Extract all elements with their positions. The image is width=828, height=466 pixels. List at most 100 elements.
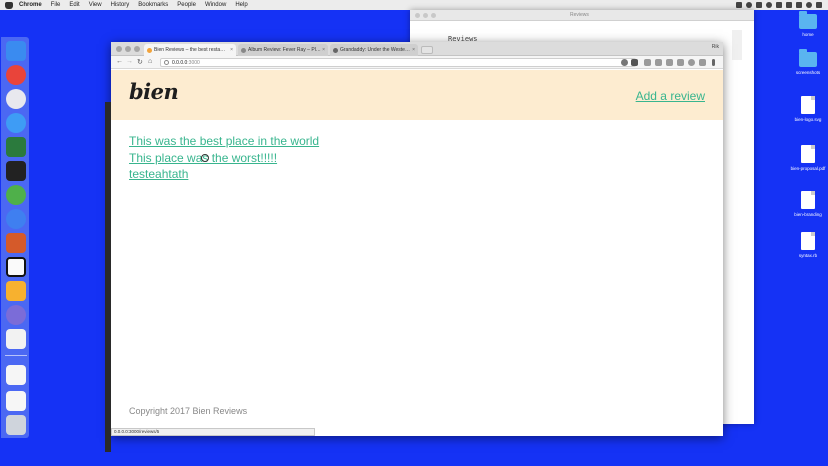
- sync-icon[interactable]: [746, 2, 752, 8]
- review-link[interactable]: This place was the worst!!!!!: [129, 150, 319, 167]
- pdf-file-icon: [801, 145, 815, 163]
- url-host: 0.0.0.0: [172, 60, 188, 66]
- desktop-icon-bien-logo[interactable]: bien-logo.svg: [786, 96, 828, 122]
- palette-app-icon[interactable]: [6, 305, 26, 325]
- clock-icon[interactable]: [766, 2, 772, 8]
- trash-icon[interactable]: [6, 415, 26, 435]
- site-header: bien Add a review: [111, 70, 723, 120]
- menu-bookmarks[interactable]: Bookmarks: [138, 2, 168, 8]
- bookmark-star-icon[interactable]: [631, 59, 638, 66]
- airplay-icon[interactable]: [736, 2, 742, 8]
- address-bar[interactable]: 0.0.0.0:3000: [160, 58, 636, 67]
- close-icon[interactable]: [116, 46, 122, 52]
- back-icon[interactable]: ←: [116, 58, 123, 65]
- zoom-icon[interactable]: [431, 13, 436, 18]
- review-link[interactable]: testeahtath: [129, 166, 319, 183]
- menu-file[interactable]: File: [51, 2, 61, 8]
- tab-title: Grandaddy: Under the Weste…: [340, 47, 410, 53]
- mascot-app-icon[interactable]: [6, 233, 26, 253]
- desktop-icon-label: bien-branding: [794, 212, 822, 217]
- itunes-icon[interactable]: [6, 89, 26, 109]
- tab-bien-reviews[interactable]: Bien Reviews – the best resta… ×: [144, 44, 236, 56]
- volume-icon[interactable]: [786, 2, 792, 8]
- browser-window[interactable]: Bien Reviews – the best resta… × Album R…: [105, 42, 723, 452]
- extension-icon[interactable]: [666, 59, 673, 66]
- sketch-icon[interactable]: [6, 281, 26, 301]
- tab-bar: Bien Reviews – the best resta… × Album R…: [111, 42, 723, 56]
- minimize-icon[interactable]: [423, 13, 428, 18]
- menu-people[interactable]: People: [177, 2, 196, 8]
- sublime-icon[interactable]: [6, 137, 26, 157]
- chrome-icon[interactable]: [6, 65, 26, 85]
- background-window-title: Reviews: [570, 12, 589, 18]
- desktop-icon-label: home: [802, 32, 814, 37]
- tab-close-icon[interactable]: ×: [322, 44, 325, 56]
- close-icon[interactable]: [415, 13, 420, 18]
- desktop-icon-label: screenshots: [795, 70, 821, 75]
- extension-icon[interactable]: [677, 59, 684, 66]
- finder-icon[interactable]: [6, 41, 26, 61]
- menu-help[interactable]: Help: [235, 2, 247, 8]
- info-icon[interactable]: [164, 60, 169, 65]
- apple-icon[interactable]: [5, 1, 13, 9]
- folder-icon: [799, 11, 817, 29]
- documents-stack-icon[interactable]: [6, 391, 26, 411]
- menu-history[interactable]: History: [111, 2, 130, 8]
- review-link[interactable]: This was the best place in the world: [129, 133, 319, 150]
- browser-toolbar: ← → ↻ ⌂ 0.0.0.0:3000: [111, 56, 723, 69]
- favicon-icon: [333, 48, 338, 53]
- file-icon: [801, 96, 815, 114]
- dock-separator: [5, 355, 27, 356]
- background-window-titlebar[interactable]: Reviews: [410, 10, 754, 21]
- tab-close-icon[interactable]: ×: [230, 44, 233, 56]
- messages-icon[interactable]: [6, 113, 26, 133]
- home-icon[interactable]: ⌂: [148, 58, 152, 65]
- status-url-bubble: 0.0.0.0:3000/reviews/5: [111, 428, 315, 436]
- notification-icon[interactable]: [816, 2, 822, 8]
- desktop-icon-home[interactable]: home: [786, 11, 828, 37]
- menu-app-name[interactable]: Chrome: [19, 2, 42, 8]
- new-tab-button[interactable]: [421, 46, 433, 54]
- downloads-stack-icon[interactable]: [6, 365, 26, 385]
- search-icon[interactable]: [806, 2, 812, 8]
- minimize-icon[interactable]: [125, 46, 131, 52]
- extension-icon[interactable]: [688, 59, 695, 66]
- review-list: This was the best place in the world Thi…: [129, 133, 319, 183]
- tab-close-icon[interactable]: ×: [412, 44, 415, 56]
- terminal-icon[interactable]: [6, 161, 26, 181]
- time-machine-icon[interactable]: [6, 209, 26, 229]
- desktop-icon-syntax[interactable]: syntax.rb: [786, 232, 828, 258]
- menu-window[interactable]: Window: [205, 2, 226, 8]
- mouse-cursor: [201, 154, 209, 162]
- ia-writer-icon[interactable]: [6, 329, 26, 349]
- menu-view[interactable]: View: [89, 2, 102, 8]
- spotify-icon[interactable]: [6, 185, 26, 205]
- add-review-link[interactable]: Add a review: [636, 89, 705, 103]
- notion-icon[interactable]: [6, 257, 26, 277]
- favicon-icon: [241, 48, 246, 53]
- cloud-icon[interactable]: [756, 2, 762, 8]
- dock: [1, 37, 29, 438]
- reload-icon[interactable]: ↻: [137, 58, 143, 66]
- wifi-icon[interactable]: [776, 2, 782, 8]
- desktop-icon-bien-proposal[interactable]: bien-proposal.pdf: [786, 145, 828, 171]
- tab-grandaddy[interactable]: Grandaddy: Under the Weste… ×: [330, 44, 418, 56]
- file-icon: [801, 191, 815, 209]
- profile-button[interactable]: Rik: [712, 44, 719, 50]
- menu-edit[interactable]: Edit: [69, 2, 79, 8]
- extension-icon[interactable]: [655, 59, 662, 66]
- status-tray: [736, 0, 822, 10]
- site-logo[interactable]: bien: [129, 79, 179, 104]
- desktop-icon-label: bien-logo.svg: [794, 117, 822, 122]
- zoom-icon[interactable]: [134, 46, 140, 52]
- menu-dots-icon[interactable]: [712, 59, 715, 66]
- url-port: :3000: [187, 60, 200, 66]
- zoom-lens-icon[interactable]: [621, 59, 628, 66]
- extension-icon[interactable]: [699, 59, 706, 66]
- forward-icon[interactable]: →: [126, 58, 133, 65]
- extension-icon[interactable]: [644, 59, 651, 66]
- battery-icon[interactable]: [796, 2, 802, 8]
- desktop-icon-bien-branding[interactable]: bien-branding: [786, 191, 828, 217]
- tab-album-review[interactable]: Album Review: Fever Ray – Pl… ×: [238, 44, 328, 56]
- desktop-icon-screenshots[interactable]: screenshots: [786, 49, 828, 75]
